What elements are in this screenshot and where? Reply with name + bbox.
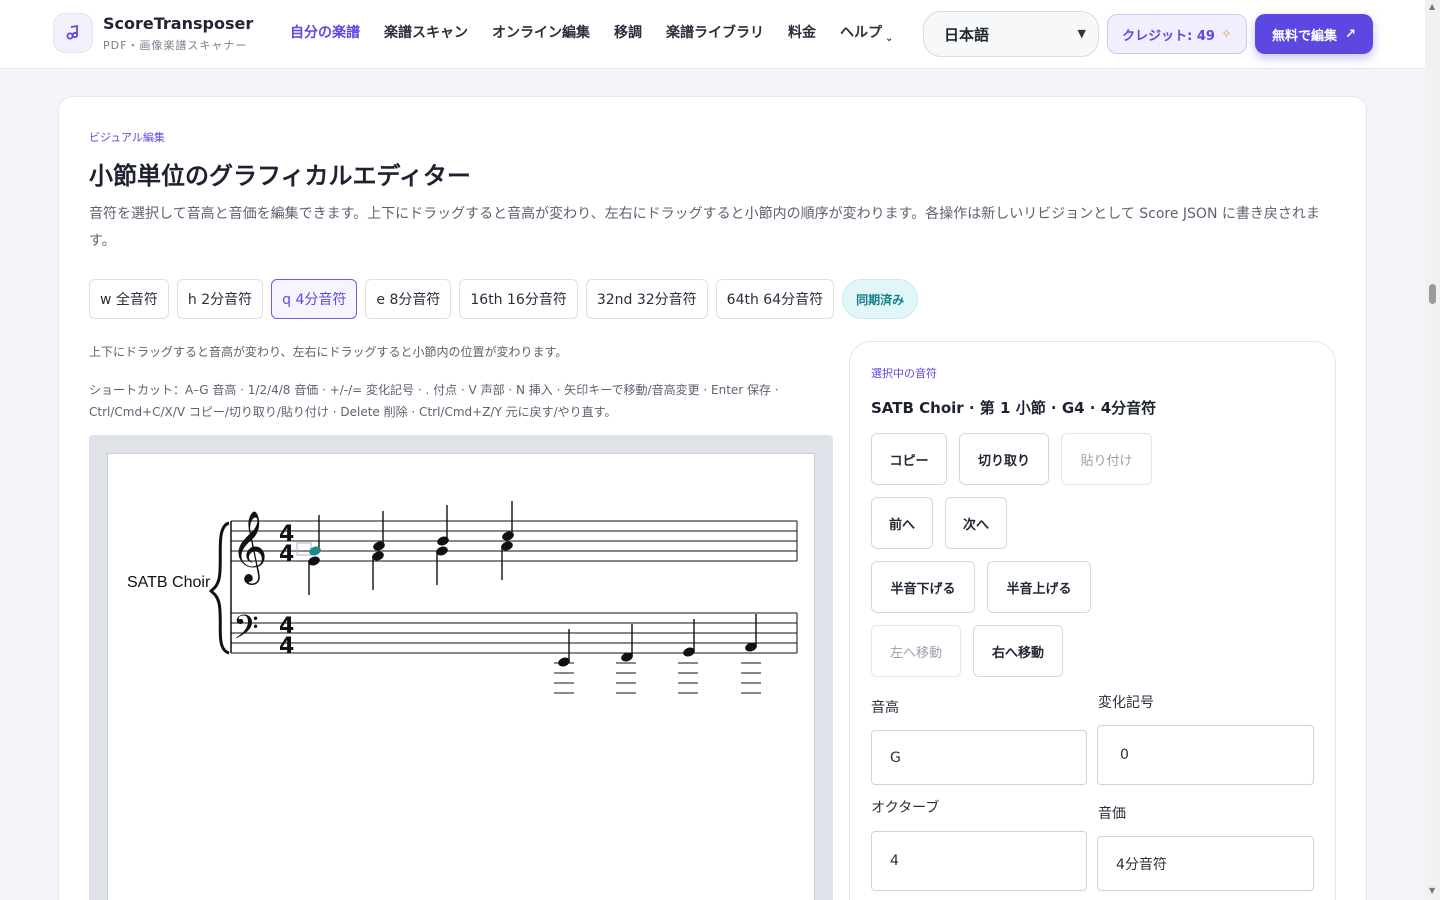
panel-eyebrow: 選択中の音符 — [871, 367, 937, 380]
language-value: 日本語 — [944, 25, 990, 44]
part-name-label: SATB Choir — [127, 574, 211, 591]
shortcut-hint: ショートカット：A–G 音高 · 1/2/4/8 音価 · +/-/= 変化記号… — [89, 383, 779, 419]
bass-staff — [231, 612, 797, 654]
bass-time-sig-bottom: 4 — [279, 634, 294, 659]
chevron-down-icon: ▼ — [1077, 27, 1086, 40]
octave-label: オクターブ — [871, 800, 940, 816]
duration-label: 音価 — [1098, 806, 1126, 822]
chevron-down-icon: ⌄ — [885, 33, 894, 44]
section-eyebrow: ビジュアル編集 — [89, 131, 165, 144]
nav-my-scores[interactable]: 自分の楽譜 — [290, 22, 360, 42]
top-header: ScoreTransposer PDF・画像楽譜スキャナー 自分の楽譜 楽譜スキ… — [0, 0, 1425, 69]
duration-toolbar: w 全音符 h 2分音符 q 4分音符 e 8分音符 16th 16分音符 32… — [89, 279, 919, 319]
page-scrollbar[interactable]: ▲ ▼ — [1425, 0, 1440, 900]
sparkle-icon: ✧ — [1220, 26, 1232, 42]
drag-hint: 上下にドラッグすると音高が変わり、左右にドラッグすると小節内の位置が変わります。 — [89, 345, 568, 359]
move-right-button[interactable]: 右へ移動 — [973, 625, 1063, 677]
logo-icon[interactable] — [53, 13, 93, 53]
panel-title: SATB Choir · 第 1 小節 · G4 · 4分音符 — [871, 399, 1157, 417]
cut-button[interactable]: 切り取り — [959, 433, 1049, 485]
paste-button[interactable]: 貼り付け — [1061, 433, 1152, 485]
brand-name[interactable]: ScoreTransposer — [103, 14, 253, 33]
treble-clef-icon: 𝄞 — [231, 509, 268, 585]
nav-help[interactable]: ヘルプ ⌄ — [840, 22, 894, 44]
bass-note-2[interactable] — [616, 624, 636, 694]
semitone-up-button[interactable]: 半音上げる — [987, 561, 1091, 613]
duration-eighth-button[interactable]: e 8分音符 — [365, 279, 452, 319]
prev-button[interactable]: 前へ — [871, 497, 933, 549]
treble-time-sig-bottom: 4 — [279, 542, 294, 567]
copy-button[interactable]: コピー — [871, 433, 947, 485]
accidental-field[interactable]: 0 — [1097, 725, 1314, 785]
duration-half-button[interactable]: h 2分音符 — [176, 279, 264, 319]
nav-transpose[interactable]: 移調 — [614, 22, 642, 42]
nav-scan[interactable]: 楽譜スキャン — [384, 22, 468, 42]
nav-pricing[interactable]: 料金 — [788, 22, 816, 42]
scroll-down-icon[interactable]: ▼ — [1429, 886, 1435, 895]
nav-online-edit[interactable]: オンライン編集 — [492, 22, 590, 42]
free-edit-label: 無料で編集 — [1272, 28, 1338, 44]
duration-16th-button[interactable]: 16th 16分音符 — [459, 279, 578, 319]
page-description: 音符を選択して音高と音価を編集できます。上下にドラッグすると音高が変わり、左右に… — [89, 206, 1320, 249]
duration-field[interactable]: 4分音符 — [1097, 836, 1314, 891]
duration-64th-button[interactable]: 64th 64分音符 — [715, 279, 835, 319]
move-left-button[interactable]: 左へ移動 — [871, 625, 961, 677]
treble-chord-1[interactable] — [296, 515, 322, 595]
main-nav: 自分の楽譜 楽譜スキャン オンライン編集 移調 楽譜ライブラリ 料金 ヘルプ ⌄ — [290, 22, 917, 44]
semitone-down-button[interactable]: 半音下げる — [871, 561, 975, 613]
pitch-field[interactable]: G — [871, 730, 1087, 785]
system-brace — [208, 521, 230, 655]
bass-note-3[interactable] — [678, 619, 698, 694]
credits-label: クレジット: 49 — [1122, 28, 1215, 44]
scroll-up-icon[interactable]: ▲ — [1429, 2, 1435, 11]
bass-clef-icon: 𝄢 — [233, 609, 259, 655]
nav-help-label: ヘルプ — [840, 25, 882, 41]
credits-button[interactable]: クレジット: 49 ✧ — [1107, 14, 1247, 54]
score-canvas[interactable]: SATB Choir 𝄞 𝄢 4 4 4 4 — [107, 453, 815, 900]
nav-library[interactable]: 楽譜ライブラリ — [666, 22, 764, 42]
page-title: 小節単位のグラフィカルエディター — [89, 162, 471, 190]
brand-subtitle: PDF・画像楽譜スキャナー — [103, 39, 248, 52]
bass-note-1[interactable] — [554, 629, 574, 694]
octave-field[interactable]: 4 — [871, 831, 1087, 891]
free-edit-button[interactable]: 無料で編集 ↗ — [1255, 14, 1373, 54]
next-button[interactable]: 次へ — [945, 497, 1007, 549]
language-select[interactable]: 日本語 ▼ — [923, 11, 1099, 57]
selection-box — [296, 542, 312, 556]
accidental-label: 変化記号 — [1098, 695, 1154, 711]
duration-32nd-button[interactable]: 32nd 32分音符 — [585, 279, 708, 319]
pitch-label: 音高 — [871, 700, 899, 716]
external-arrow-icon: ↗ — [1345, 26, 1356, 42]
scroll-thumb[interactable] — [1429, 284, 1436, 304]
duration-whole-button[interactable]: w 全音符 — [89, 279, 169, 319]
duration-quarter-button[interactable]: q 4分音符 — [271, 279, 358, 319]
sync-status-badge: 同期済み — [842, 279, 919, 319]
treble-chord-3[interactable] — [435, 505, 450, 585]
